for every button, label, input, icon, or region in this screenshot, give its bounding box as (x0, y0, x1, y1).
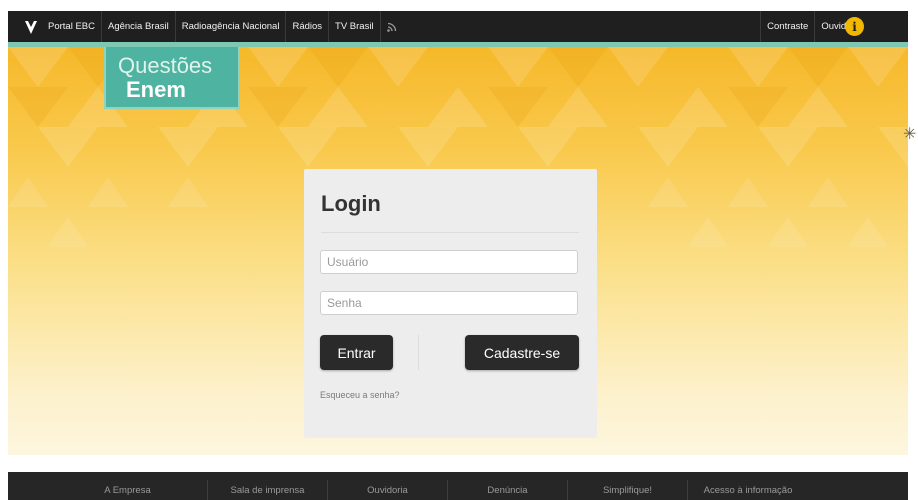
nav-radios[interactable]: Rádios (286, 11, 330, 42)
nav-agencia-brasil[interactable]: Agência Brasil (102, 11, 176, 42)
logo-line-1: Questões (118, 53, 213, 78)
footer-link-acesso-informacao[interactable]: Acesso à informação (688, 480, 808, 500)
footer-link-simplifique[interactable]: Simplifique! (568, 480, 688, 500)
info-icon[interactable]: i (845, 17, 864, 36)
forgot-password-link[interactable]: Esqueceu a senha? (320, 390, 400, 400)
register-button[interactable]: Cadastre-se (465, 335, 579, 370)
top-navigation-bar: Portal EBC Agência Brasil Radioagência N… (8, 11, 908, 42)
logo-line-2: Enem (126, 77, 186, 102)
page: Portal EBC Agência Brasil Radioagência N… (0, 0, 918, 500)
ebc-logo-icon[interactable] (20, 11, 42, 42)
loading-spinner-icon: ✳ (903, 126, 917, 143)
contrast-toggle[interactable]: Contraste (760, 11, 814, 42)
title-divider (321, 232, 579, 233)
questoes-enem-logo[interactable]: Questões Enem (104, 47, 240, 117)
username-input[interactable] (320, 250, 578, 274)
nav-tv-brasil[interactable]: TV Brasil (329, 11, 381, 42)
footer-link-a-empresa[interactable]: A Empresa (8, 480, 208, 500)
rss-icon[interactable] (381, 11, 403, 42)
login-card: Login Entrar Cadastre-se Esqueceu a senh… (304, 169, 597, 438)
button-divider (418, 335, 419, 370)
login-title: Login (321, 191, 381, 216)
portal-links: Portal EBC Agência Brasil Radioagência N… (42, 11, 403, 42)
login-button[interactable]: Entrar (320, 335, 393, 370)
footer-bar: A Empresa Sala de imprensa Ouvidoria Den… (8, 472, 908, 500)
footer-link-ouvidoria[interactable]: Ouvidoria (328, 480, 448, 500)
footer-link-sala-de-imprensa[interactable]: Sala de imprensa (208, 480, 328, 500)
nav-portal-ebc[interactable]: Portal EBC (42, 11, 102, 42)
nav-radioagencia-nacional[interactable]: Radioagência Nacional (176, 11, 287, 42)
footer-link-denuncia[interactable]: Denúncia (448, 480, 568, 500)
password-input[interactable] (320, 291, 578, 315)
